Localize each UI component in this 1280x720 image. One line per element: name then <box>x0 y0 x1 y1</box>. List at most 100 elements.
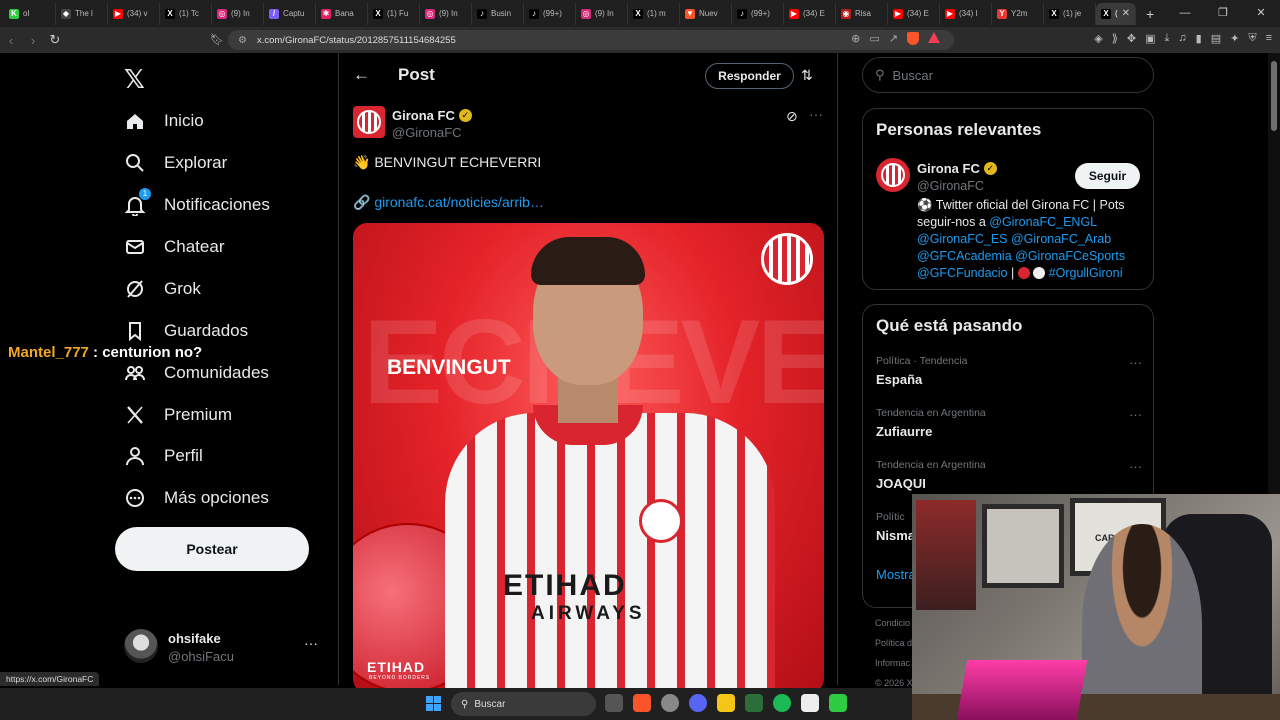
footer-link[interactable]: Política d <box>875 633 913 653</box>
bio-hashtag[interactable]: #OrgullGironí <box>1045 266 1123 280</box>
screenshot-icon[interactable]: ▣ <box>1145 32 1155 45</box>
trend-more-icon[interactable]: ··· <box>1129 407 1142 422</box>
grok-icon[interactable]: ⊘ <box>786 108 798 125</box>
account-switcher[interactable]: ohsifake @ohsiFacu ··· <box>124 627 324 671</box>
browser-tab[interactable]: ▶ (34) E <box>784 2 836 25</box>
obs-icon[interactable] <box>661 694 679 712</box>
trend-more-icon[interactable]: ··· <box>1129 459 1142 474</box>
browser-tab[interactable]: ◎ (9) In <box>420 2 472 25</box>
brave-shield-icon[interactable] <box>907 32 919 45</box>
bookmark-page-icon[interactable]: 🔖︎ <box>210 33 224 46</box>
browser-tab[interactable]: X (1) Fu <box>368 2 420 25</box>
browser-tab[interactable]: ♪ (99+) <box>524 2 576 25</box>
wallet-icon[interactable]: ⟫ <box>1112 32 1118 45</box>
brave-rewards-icon[interactable] <box>928 32 940 43</box>
sidebar-item-chatear[interactable]: Chatear <box>124 227 224 267</box>
follow-button[interactable]: Seguir <box>1075 163 1140 189</box>
tweet-link[interactable]: gironafc.cat/noticies/arrib… <box>374 194 544 210</box>
sidebar-item-perfil[interactable]: Perfil <box>124 436 203 476</box>
menu-icon[interactable]: ≡ <box>1266 32 1272 45</box>
trend-more-icon[interactable]: ··· <box>1129 355 1142 370</box>
download-icon[interactable]: ⤓ <box>1165 32 1170 45</box>
browser-tab[interactable]: X (1) je <box>1044 2 1096 25</box>
kick-icon[interactable] <box>829 694 847 712</box>
footer-link[interactable]: Informac <box>875 653 913 673</box>
forward-icon[interactable]: › <box>22 33 44 48</box>
tweet-avatar[interactable] <box>353 106 385 138</box>
browser-tab[interactable]: ♪ Busin <box>472 2 524 25</box>
app-icon[interactable] <box>745 694 763 712</box>
browser-tab[interactable]: X (1) m <box>628 2 680 25</box>
relevant-handle[interactable]: @GironaFC <box>917 179 984 193</box>
browser-tab[interactable]: ◎ (9) In <box>212 2 264 25</box>
sidebar-item-explorar[interactable]: Explorar <box>124 143 227 183</box>
scrollbar-thumb[interactable] <box>1271 61 1277 131</box>
post-button[interactable]: Postear <box>115 527 309 571</box>
sidebar-item-notificaciones[interactable]: 1 Notificaciones <box>124 185 270 225</box>
relevant-avatar[interactable] <box>876 158 910 192</box>
browser-tab[interactable]: / Captu <box>264 2 316 25</box>
trend-item[interactable]: Política · Tendencia España ··· <box>876 355 1142 395</box>
close-tab-icon[interactable]: ✕ <box>1122 8 1130 19</box>
browser-tab[interactable]: ▶ (34) I <box>940 2 992 25</box>
reload-icon[interactable]: ↻ <box>44 32 66 48</box>
sidebar-toggle-icon[interactable]: ▮ <box>1196 32 1202 45</box>
browser-tab-active[interactable]: X (✕ <box>1096 2 1136 25</box>
discord-icon[interactable] <box>689 694 707 712</box>
browser-tab[interactable]: Y Y2m <box>992 2 1044 25</box>
trend-item[interactable]: Tendencia en Argentina Zufiaurre ··· <box>876 407 1142 447</box>
tweet-image[interactable]: ECHEVERRI BENVINGUT ETIHAD AIRWAYS ETIHA… <box>353 223 824 693</box>
close-window-icon[interactable]: ✕ <box>1242 0 1280 27</box>
sidebar-item-m-s-opciones[interactable]: Más opciones <box>124 478 269 518</box>
capcut-icon[interactable] <box>801 694 819 712</box>
browser-tab[interactable]: ♪ (99+) <box>732 2 784 25</box>
trend-item[interactable]: Tendencia en Argentina JOAQUI ··· <box>876 459 1142 499</box>
cast-icon[interactable]: ▭ <box>869 32 879 45</box>
sidebar-item-grok[interactable]: Grok <box>124 269 201 309</box>
browser-tab[interactable]: ✱ Bana <box>316 2 368 25</box>
new-tab-icon[interactable]: + <box>1146 6 1154 22</box>
tweet-author-name: Girona FC <box>392 108 455 123</box>
file-explorer-icon[interactable] <box>717 694 735 712</box>
sidebar-item-inicio[interactable]: Inicio <box>124 101 204 141</box>
taskbar-search[interactable]: ⚲ Buscar <box>451 692 596 716</box>
reply-button[interactable]: Responder <box>705 63 794 89</box>
relevant-name[interactable]: Girona FC ✓ <box>917 161 997 176</box>
sidebar-item-premium[interactable]: Premium <box>124 395 232 435</box>
share-icon[interactable]: ↗ <box>889 32 898 45</box>
browser-tab[interactable]: ▶ (34) E <box>888 2 940 25</box>
site-settings-icon[interactable]: ⚙︎ <box>238 35 247 46</box>
restore-icon[interactable]: ❐ <box>1204 0 1242 27</box>
spotify-icon[interactable] <box>773 694 791 712</box>
browser-tab[interactable]: X (1) Tc <box>160 2 212 25</box>
browser-tab[interactable]: ◎ (9) In <box>576 2 628 25</box>
footer-link[interactable]: Condicio <box>875 613 913 633</box>
show-more-link[interactable]: Mostra <box>876 567 916 582</box>
browser-tab[interactable]: ▼ Nuev <box>680 2 732 25</box>
wallet2-icon[interactable]: ▤ <box>1211 32 1221 45</box>
windows-start-icon[interactable] <box>426 696 441 711</box>
back-icon[interactable]: ‹ <box>0 33 22 48</box>
x-logo-icon[interactable]: 𝕏 <box>124 65 145 95</box>
minimize-icon[interactable]: — <box>1166 0 1204 27</box>
tweet-handle[interactable]: @GironaFC <box>392 125 462 140</box>
vpn-icon[interactable]: ⛨ <box>1248 32 1256 45</box>
tweet-author[interactable]: Girona FC ✓ <box>392 108 472 123</box>
back-arrow-icon[interactable]: ← <box>353 65 370 85</box>
tweet-more-icon[interactable]: ··· <box>809 106 823 122</box>
url-input[interactable]: ⚙︎ x.com/GironaFC/status/201285751115468… <box>228 30 954 50</box>
browser-tab[interactable]: ▶ (34) v <box>108 2 160 25</box>
brave-icon[interactable] <box>633 694 651 712</box>
browser-tab[interactable]: ◆ The l <box>56 2 108 25</box>
music-icon[interactable]: ♫ <box>1178 32 1186 45</box>
search-input[interactable]: ⚲ Buscar <box>862 57 1154 93</box>
browser-tab[interactable]: ◉ Risa <box>836 2 888 25</box>
extension-icon[interactable]: ◈ <box>1094 32 1102 45</box>
leo-icon[interactable]: ✦ <box>1230 32 1239 45</box>
browser-tab[interactable]: Kol <box>4 2 56 25</box>
zoom-icon[interactable]: ⊕ <box>851 32 860 45</box>
task-view-icon[interactable] <box>605 694 623 712</box>
more-dots-icon[interactable]: ··· <box>304 635 318 651</box>
sliders-icon[interactable]: ⇅ <box>801 67 813 84</box>
puzzle-icon[interactable]: ✥ <box>1127 32 1136 45</box>
